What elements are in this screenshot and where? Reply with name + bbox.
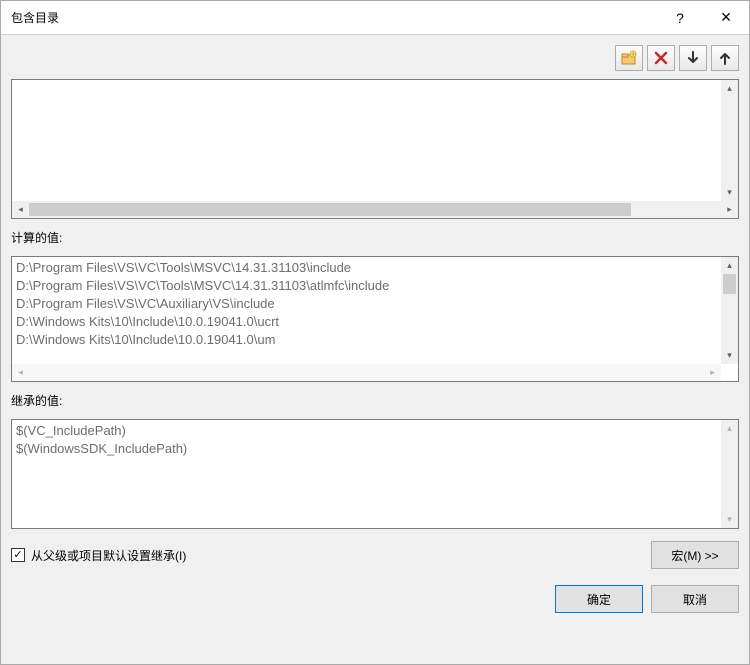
inherited-value-item: $(WindowsSDK_IncludePath) xyxy=(16,440,734,458)
move-down-button[interactable] xyxy=(679,45,707,71)
title-bar: 包含目录 ? × xyxy=(1,1,749,35)
vertical-scrollbar[interactable]: ▴ ▾ xyxy=(721,80,738,201)
toolbar xyxy=(11,45,739,71)
ok-button[interactable]: 确定 xyxy=(555,585,643,613)
computed-value-item: D:\Program Files\VS\VC\Tools\MSVC\14.31.… xyxy=(16,259,734,277)
scroll-left-icon[interactable]: ◂ xyxy=(12,201,29,218)
scroll-up-icon[interactable]: ▴ xyxy=(721,80,738,97)
macros-button[interactable]: 宏(M) >> xyxy=(651,541,739,569)
delete-x-icon xyxy=(653,50,669,66)
folder-new-icon xyxy=(621,50,637,66)
inherited-values-panel: $(VC_IncludePath) $(WindowsSDK_IncludePa… xyxy=(11,419,739,529)
inherited-values-label: 继承的值: xyxy=(11,392,739,409)
scroll-thumb[interactable] xyxy=(29,203,631,216)
arrow-up-icon xyxy=(717,50,733,66)
scroll-right-icon: ▸ xyxy=(704,364,721,381)
scroll-track-spacer xyxy=(721,437,738,511)
close-button[interactable]: × xyxy=(703,1,749,35)
computed-value-item: D:\Windows Kits\10\Include\10.0.19041.0\… xyxy=(16,331,734,349)
vertical-scrollbar-disabled: ▴ ▾ xyxy=(721,420,738,528)
vertical-scrollbar[interactable]: ▴ ▾ xyxy=(721,257,738,364)
directory-listbox[interactable]: ▴ ▾ ◂ ▸ xyxy=(11,79,739,219)
inherit-checkbox-wrap[interactable]: ✓ 从父级或项目默认设置继承(I) xyxy=(11,547,645,564)
move-up-button[interactable] xyxy=(711,45,739,71)
scroll-thumb[interactable] xyxy=(723,274,736,294)
horizontal-scrollbar-disabled: ◂ ▸ xyxy=(12,364,721,381)
help-button[interactable]: ? xyxy=(657,1,703,35)
window-title: 包含目录 xyxy=(11,9,657,26)
scroll-track[interactable] xyxy=(29,201,721,218)
inherited-value-item: $(VC_IncludePath) xyxy=(16,422,734,440)
scroll-down-icon[interactable]: ▾ xyxy=(721,347,738,364)
dialog-actions: 确定 取消 xyxy=(11,585,739,613)
scroll-up-icon[interactable]: ▴ xyxy=(721,257,738,274)
arrow-down-icon xyxy=(685,50,701,66)
inherit-row: ✓ 从父级或项目默认设置继承(I) 宏(M) >> xyxy=(11,541,739,569)
directory-list-wrap: ▴ ▾ ◂ ▸ xyxy=(11,79,739,219)
computed-values-panel: D:\Program Files\VS\VC\Tools\MSVC\14.31.… xyxy=(11,256,739,382)
delete-button[interactable] xyxy=(647,45,675,71)
inherited-values-list: $(VC_IncludePath) $(WindowsSDK_IncludePa… xyxy=(12,420,738,460)
computed-value-item: D:\Program Files\VS\VC\Auxiliary\VS\incl… xyxy=(16,295,734,313)
scroll-track-spacer xyxy=(721,294,738,347)
scroll-right-icon[interactable]: ▸ xyxy=(721,201,738,218)
new-folder-button[interactable] xyxy=(615,45,643,71)
scroll-left-icon: ◂ xyxy=(12,364,29,381)
computed-value-item: D:\Program Files\VS\VC\Tools\MSVC\14.31.… xyxy=(16,277,734,295)
dialog-window: 包含目录 ? × xyxy=(0,0,750,665)
scroll-down-icon: ▾ xyxy=(721,511,738,528)
computed-values-label: 计算的值: xyxy=(11,229,739,246)
horizontal-scrollbar[interactable]: ◂ ▸ xyxy=(12,201,738,218)
computed-values-list: D:\Program Files\VS\VC\Tools\MSVC\14.31.… xyxy=(12,257,738,351)
cancel-button[interactable]: 取消 xyxy=(651,585,739,613)
scroll-up-icon: ▴ xyxy=(721,420,738,437)
dialog-content: ▴ ▾ ◂ ▸ 计算的值: D:\Program Files\VS\VC\Too… xyxy=(1,35,749,664)
inherit-checkbox-label: 从父级或项目默认设置继承(I) xyxy=(31,547,186,564)
scroll-down-icon[interactable]: ▾ xyxy=(721,184,738,201)
computed-value-item: D:\Windows Kits\10\Include\10.0.19041.0\… xyxy=(16,313,734,331)
inherit-checkbox[interactable]: ✓ xyxy=(11,548,25,562)
